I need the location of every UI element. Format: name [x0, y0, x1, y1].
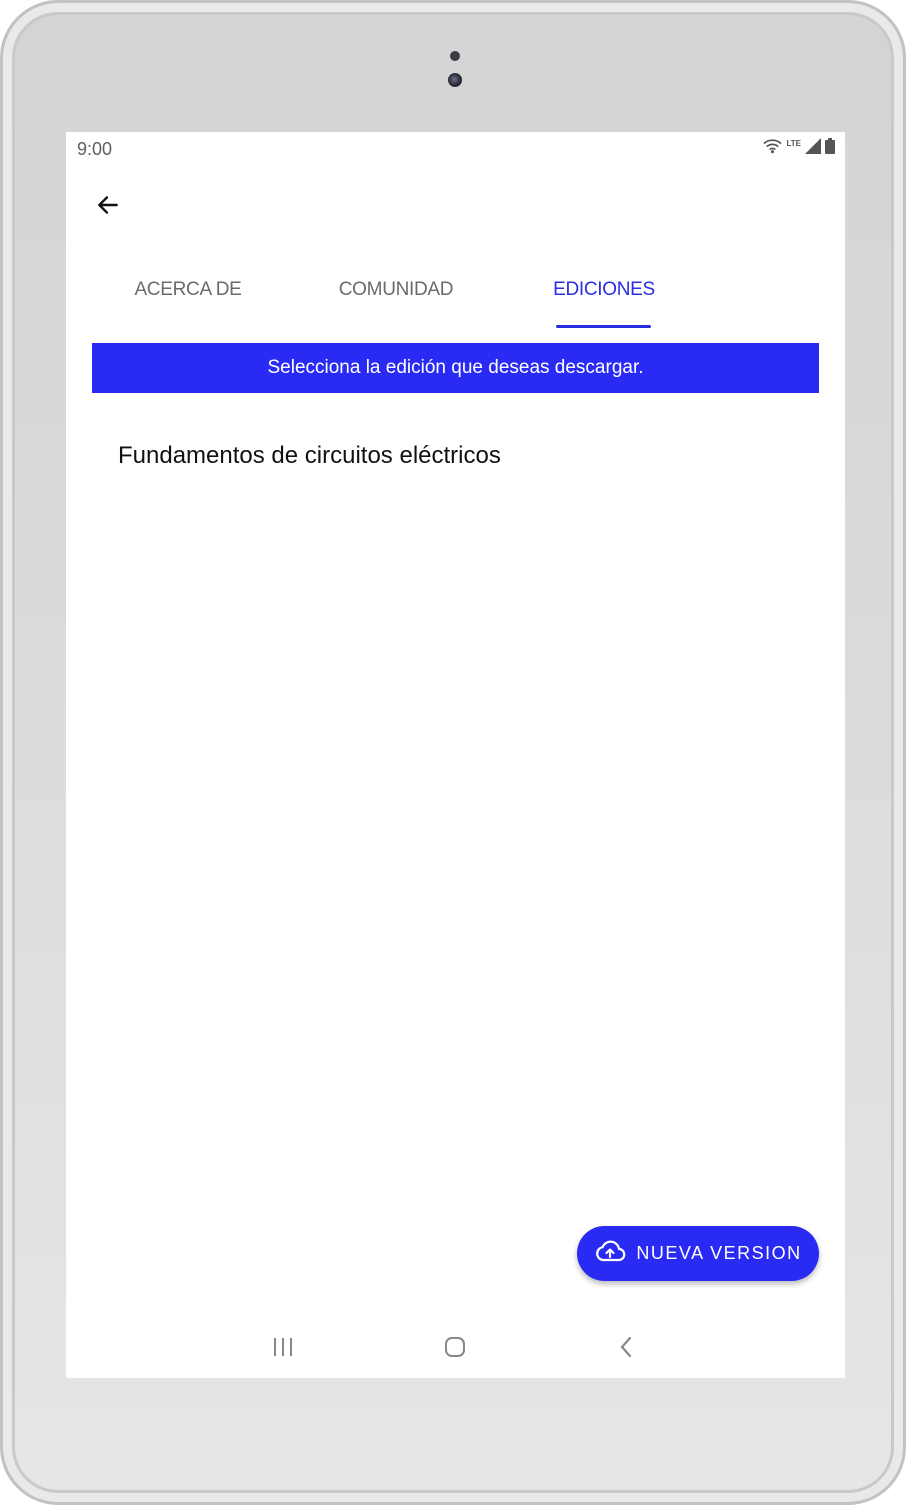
- wifi-icon: [763, 138, 783, 159]
- tab-bar: ACERCA DE COMUNIDAD EDICIONES: [66, 252, 845, 330]
- tab-comunidad[interactable]: COMUNIDAD: [326, 252, 466, 328]
- status-time: 9:00: [77, 139, 113, 159]
- signal-icon: [805, 138, 821, 159]
- home-icon: [444, 1336, 466, 1363]
- battery-icon: [825, 138, 835, 159]
- edition-list-item[interactable]: Fundamentos de circuitos eléctricos: [118, 442, 501, 470]
- back-button[interactable]: [88, 187, 128, 227]
- cloud-upload-icon: [594, 1239, 626, 1268]
- active-tab-indicator: [556, 325, 651, 328]
- info-banner: Selecciona la edición que deseas descarg…: [92, 343, 819, 393]
- back-nav-button[interactable]: [609, 1332, 643, 1366]
- status-icons: LTE: [763, 138, 835, 159]
- proximity-sensor: [450, 51, 460, 61]
- system-navigation-bar: [66, 1318, 845, 1378]
- status-bar: 9:00 LTE: [66, 132, 845, 166]
- tab-acerca-de[interactable]: ACERCA DE: [118, 252, 258, 328]
- recent-apps-icon: [272, 1337, 294, 1362]
- new-version-label: NUEVA VERSION: [636, 1243, 802, 1263]
- new-version-button[interactable]: NUEVA VERSION: [577, 1226, 819, 1281]
- app-screen: 9:00 LTE ACERCA DE COMUNIDAD EDICIONES S…: [66, 132, 845, 1378]
- tablet-frame: 9:00 LTE ACERCA DE COMUNIDAD EDICIONES S…: [0, 0, 906, 1505]
- lte-label: LTE: [786, 139, 801, 148]
- recent-apps-button[interactable]: [266, 1332, 300, 1366]
- home-button[interactable]: [438, 1332, 472, 1366]
- arrow-left-icon: [95, 192, 121, 223]
- front-camera: [448, 73, 462, 87]
- tab-ediciones[interactable]: EDICIONES: [534, 252, 674, 328]
- back-nav-icon: [618, 1336, 634, 1363]
